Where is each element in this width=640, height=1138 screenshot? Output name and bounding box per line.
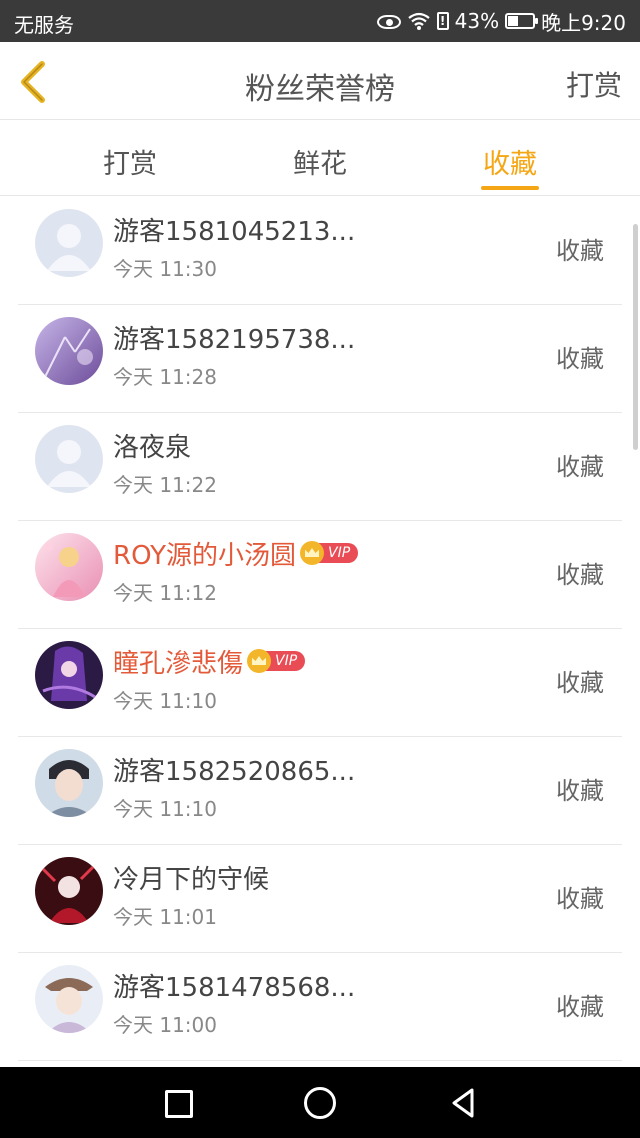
- avatar[interactable]: [35, 857, 103, 925]
- gift-type: 收藏: [556, 885, 604, 913]
- fan-time: 今天 11:28: [113, 365, 217, 389]
- fan-time: 今天 11:01: [113, 905, 217, 929]
- alert-icon: !: [436, 12, 449, 30]
- tab-reward[interactable]: 打赏: [70, 142, 190, 181]
- avatar[interactable]: [35, 965, 103, 1033]
- fan-name: ROY源的小汤圆: [113, 540, 296, 571]
- fan-name: 游客1581478568...: [113, 972, 356, 1003]
- system-nav-bar: [0, 1067, 640, 1138]
- page-title: 粉丝荣誉榜: [245, 72, 395, 107]
- battery-level: [508, 16, 519, 26]
- home-button[interactable]: [302, 1085, 338, 1121]
- avatar[interactable]: [35, 209, 103, 277]
- fan-name: 游客1581045213...: [113, 216, 356, 247]
- reward-button[interactable]: 打赏: [566, 64, 622, 104]
- fan-time: 今天 11:10: [113, 689, 217, 713]
- list-item[interactable]: 游客1582520865... 今天 11:10 收藏: [18, 737, 622, 845]
- vip-badge: VIP: [300, 541, 359, 565]
- gift-type: 收藏: [556, 561, 604, 589]
- avatar[interactable]: [35, 749, 103, 817]
- fan-time: 今天 11:10: [113, 797, 217, 821]
- list-item[interactable]: 洛夜泉 今天 11:22 收藏: [18, 413, 622, 521]
- fan-time: 今天 11:00: [113, 1013, 217, 1037]
- avatar[interactable]: [35, 641, 103, 709]
- tab-favorites[interactable]: 收藏: [450, 142, 570, 181]
- eye-icon: [376, 15, 401, 29]
- gift-type: 收藏: [556, 993, 604, 1021]
- crown-icon: [300, 541, 324, 565]
- tab-flowers[interactable]: 鲜花: [260, 142, 380, 181]
- gift-type: 收藏: [556, 669, 604, 697]
- wifi-icon: [407, 11, 431, 31]
- gift-type: 收藏: [556, 345, 604, 373]
- back-nav-button[interactable]: [446, 1085, 482, 1121]
- list-item[interactable]: 瞳孔滲悲傷 VIP 今天 11:10 收藏: [18, 629, 622, 737]
- fan-name: 游客1582520865...: [113, 756, 356, 787]
- battery-icon: [505, 13, 539, 29]
- clock: 晚上9:20: [541, 10, 626, 35]
- gift-type: 收藏: [556, 777, 604, 805]
- list-item[interactable]: 游客1581478568... 今天 11:00 收藏: [18, 953, 622, 1061]
- fan-name: 洛夜泉: [113, 432, 192, 463]
- list-item[interactable]: ROY源的小汤圆 VIP 今天 11:12 收藏: [18, 521, 622, 629]
- app-header: 粉丝荣誉榜 打赏: [0, 42, 640, 120]
- gift-type: 收藏: [556, 453, 604, 481]
- fan-list[interactable]: 游客1581045213... 今天 11:30 收藏 游客1582195738…: [0, 197, 640, 1067]
- gift-type: 收藏: [556, 237, 604, 265]
- active-tab-indicator: [481, 186, 539, 190]
- fan-name: 游客1582195738...: [113, 324, 356, 355]
- recent-apps-button[interactable]: [160, 1085, 196, 1121]
- vip-badge: VIP: [247, 649, 306, 673]
- avatar[interactable]: [35, 425, 103, 493]
- list-item[interactable]: 冷月下的守候 今天 11:01 收藏: [18, 845, 622, 953]
- fan-name: 冷月下的守候: [113, 864, 270, 895]
- crown-icon: [247, 649, 272, 673]
- fan-time: 今天 11:30: [113, 257, 217, 281]
- avatar[interactable]: [35, 317, 103, 385]
- fan-time: 今天 11:22: [113, 473, 217, 497]
- avatar[interactable]: [35, 533, 103, 601]
- list-item[interactable]: 游客1582195738... 今天 11:28 收藏: [18, 305, 622, 413]
- tab-bar: 打赏 鲜花 收藏: [0, 120, 640, 196]
- fan-time: 今天 11:12: [113, 581, 217, 605]
- battery-percent: 43%: [454, 9, 500, 33]
- triangle-back-icon: [452, 1088, 474, 1118]
- status-bar: 无服务 ! 43% 晚上9:20: [0, 0, 640, 42]
- status-icons: ! 43% 晚上9:20: [376, 8, 626, 35]
- scrollbar[interactable]: [633, 224, 638, 450]
- list-item[interactable]: 游客1581045213... 今天 11:30 收藏: [18, 197, 622, 305]
- carrier-label: 无服务: [14, 13, 74, 37]
- fan-name: 瞳孔滲悲傷: [113, 648, 244, 679]
